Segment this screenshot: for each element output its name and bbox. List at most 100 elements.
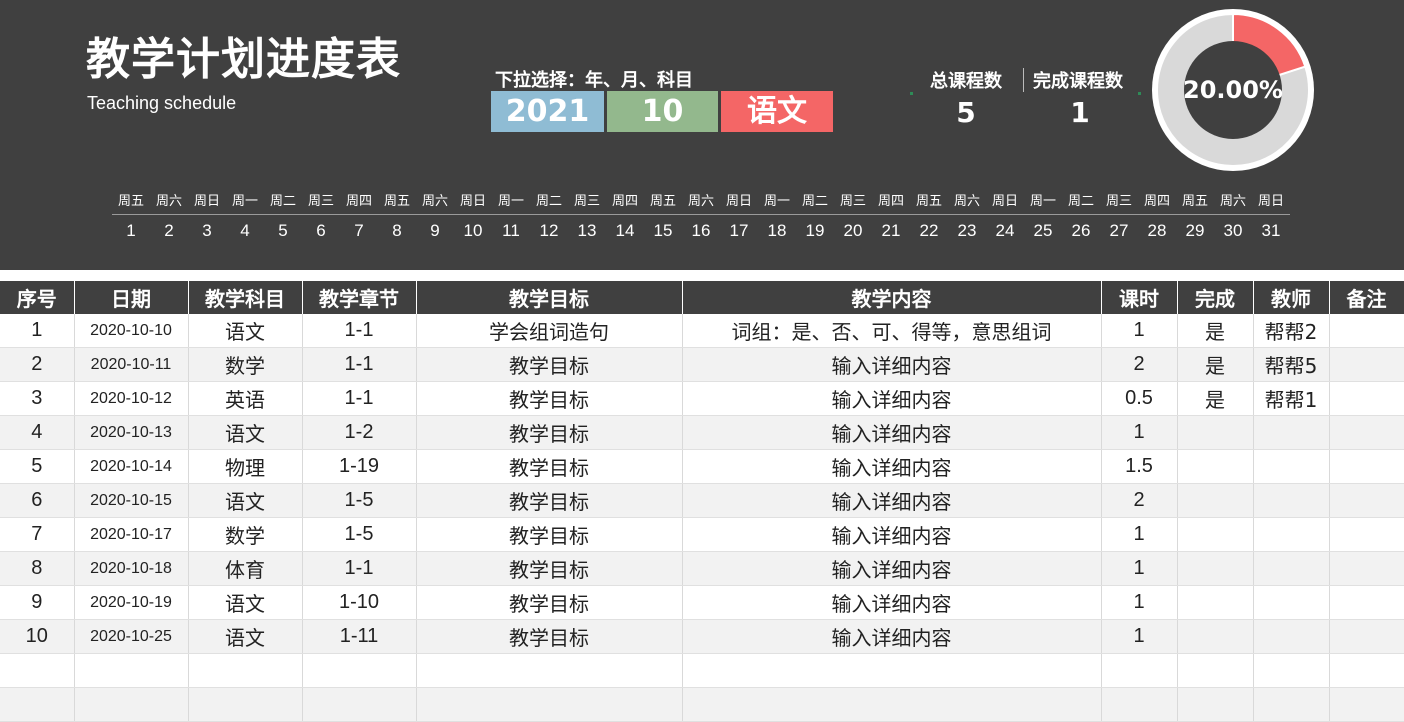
col-remark-cell[interactable] (1329, 585, 1404, 620)
col-goal-cell[interactable]: 教学目标 (416, 585, 683, 620)
col-remark-cell[interactable] (1329, 449, 1404, 484)
col-remark-header[interactable]: 备注 (1329, 281, 1404, 314)
col-goal-cell[interactable]: 教学目标 (416, 483, 683, 518)
col-goal-cell[interactable]: 教学目标 (416, 381, 683, 416)
col-subject-cell[interactable] (188, 687, 303, 722)
col-content-cell[interactable]: 输入详细内容 (682, 347, 1102, 382)
col-done-cell[interactable] (1177, 687, 1254, 722)
col-index-cell[interactable]: 3 (0, 381, 75, 416)
col-index-header[interactable]: 序号 (0, 281, 75, 314)
col-hours-cell[interactable]: 1 (1101, 517, 1178, 552)
col-remark-cell[interactable] (1329, 517, 1404, 552)
col-remark-cell[interactable] (1329, 314, 1404, 348)
col-hours-cell[interactable]: 1 (1101, 314, 1178, 348)
col-teacher-cell[interactable] (1253, 517, 1330, 552)
col-teacher-cell[interactable] (1253, 483, 1330, 518)
col-done-cell[interactable]: 是 (1177, 381, 1254, 416)
col-remark-cell[interactable] (1329, 483, 1404, 518)
col-done-header[interactable]: 完成 (1177, 281, 1254, 314)
col-goal-cell[interactable] (416, 653, 683, 688)
col-content-cell[interactable]: 词组：是、否、可、得等，意思组词 (682, 314, 1102, 348)
col-index-cell[interactable]: 5 (0, 449, 75, 484)
col-chapter-cell[interactable]: 1-1 (302, 551, 417, 586)
col-index-cell[interactable] (0, 653, 75, 688)
col-content-cell[interactable]: 输入详细内容 (682, 551, 1102, 586)
subject-dropdown[interactable]: 语文 (721, 91, 833, 132)
col-hours-cell[interactable]: 1 (1101, 585, 1178, 620)
col-index-cell[interactable]: 8 (0, 551, 75, 586)
col-remark-cell[interactable] (1329, 687, 1404, 722)
col-chapter-cell[interactable]: 1-2 (302, 415, 417, 450)
col-remark-cell[interactable] (1329, 619, 1404, 654)
col-content-cell[interactable]: 输入详细内容 (682, 381, 1102, 416)
col-index-cell[interactable]: 6 (0, 483, 75, 518)
col-subject-cell[interactable]: 数学 (188, 517, 303, 552)
col-chapter-cell[interactable]: 1-5 (302, 517, 417, 552)
col-teacher-header[interactable]: 教师 (1253, 281, 1330, 314)
col-remark-cell[interactable] (1329, 415, 1404, 450)
col-subject-cell[interactable]: 英语 (188, 381, 303, 416)
col-goal-cell[interactable] (416, 687, 683, 722)
col-chapter-cell[interactable] (302, 653, 417, 688)
col-remark-cell[interactable] (1329, 381, 1404, 416)
col-subject-cell[interactable]: 语文 (188, 314, 303, 348)
col-hours-cell[interactable]: 1 (1101, 415, 1178, 450)
col-date-header[interactable]: 日期 (74, 281, 189, 314)
col-goal-cell[interactable]: 教学目标 (416, 415, 683, 450)
col-content-cell[interactable]: 输入详细内容 (682, 415, 1102, 450)
col-subject-header[interactable]: 教学科目 (188, 281, 303, 314)
col-hours-cell[interactable]: 0.5 (1101, 381, 1178, 416)
col-chapter-cell[interactable]: 1-1 (302, 314, 417, 348)
col-subject-cell[interactable]: 语文 (188, 415, 303, 450)
col-date-cell[interactable] (74, 687, 189, 722)
col-done-cell[interactable] (1177, 415, 1254, 450)
col-index-cell[interactable]: 1 (0, 314, 75, 348)
col-content-cell[interactable] (682, 687, 1102, 722)
col-hours-cell[interactable] (1101, 687, 1178, 722)
col-hours-cell[interactable] (1101, 653, 1178, 688)
col-done-cell[interactable]: 是 (1177, 347, 1254, 382)
col-hours-cell[interactable]: 2 (1101, 483, 1178, 518)
col-date-cell[interactable]: 2020-10-11 (74, 347, 189, 382)
col-done-cell[interactable] (1177, 653, 1254, 688)
col-teacher-cell[interactable]: 帮帮2 (1253, 314, 1330, 348)
col-teacher-cell[interactable] (1253, 585, 1330, 620)
col-subject-cell[interactable]: 体育 (188, 551, 303, 586)
col-goal-cell[interactable]: 教学目标 (416, 449, 683, 484)
col-content-cell[interactable]: 输入详细内容 (682, 517, 1102, 552)
col-chapter-cell[interactable] (302, 687, 417, 722)
col-subject-cell[interactable]: 语文 (188, 619, 303, 654)
col-index-cell[interactable]: 10 (0, 619, 75, 654)
col-date-cell[interactable]: 2020-10-17 (74, 517, 189, 552)
col-hours-cell[interactable]: 1 (1101, 551, 1178, 586)
col-content-cell[interactable]: 输入详细内容 (682, 619, 1102, 654)
col-date-cell[interactable] (74, 653, 189, 688)
year-dropdown[interactable]: 2021 (491, 91, 604, 132)
col-chapter-cell[interactable]: 1-10 (302, 585, 417, 620)
col-goal-cell[interactable]: 教学目标 (416, 517, 683, 552)
col-done-cell[interactable] (1177, 517, 1254, 552)
col-chapter-cell[interactable]: 1-11 (302, 619, 417, 654)
col-goal-cell[interactable]: 教学目标 (416, 619, 683, 654)
col-teacher-cell[interactable]: 帮帮5 (1253, 347, 1330, 382)
col-chapter-cell[interactable]: 1-5 (302, 483, 417, 518)
col-done-cell[interactable] (1177, 619, 1254, 654)
col-index-cell[interactable]: 9 (0, 585, 75, 620)
col-content-cell[interactable]: 输入详细内容 (682, 449, 1102, 484)
col-remark-cell[interactable] (1329, 551, 1404, 586)
col-goal-header[interactable]: 教学目标 (416, 281, 683, 314)
col-teacher-cell[interactable] (1253, 551, 1330, 586)
col-hours-cell[interactable]: 1.5 (1101, 449, 1178, 484)
col-teacher-cell[interactable] (1253, 449, 1330, 484)
col-subject-cell[interactable]: 语文 (188, 585, 303, 620)
col-content-cell[interactable]: 输入详细内容 (682, 483, 1102, 518)
month-dropdown[interactable]: 10 (607, 91, 718, 132)
col-content-cell[interactable]: 输入详细内容 (682, 585, 1102, 620)
col-hours-header[interactable]: 课时 (1101, 281, 1178, 314)
col-index-cell[interactable]: 4 (0, 415, 75, 450)
col-subject-cell[interactable]: 语文 (188, 483, 303, 518)
col-teacher-cell[interactable] (1253, 619, 1330, 654)
col-content-header[interactable]: 教学内容 (682, 281, 1102, 314)
col-date-cell[interactable]: 2020-10-14 (74, 449, 189, 484)
col-date-cell[interactable]: 2020-10-15 (74, 483, 189, 518)
